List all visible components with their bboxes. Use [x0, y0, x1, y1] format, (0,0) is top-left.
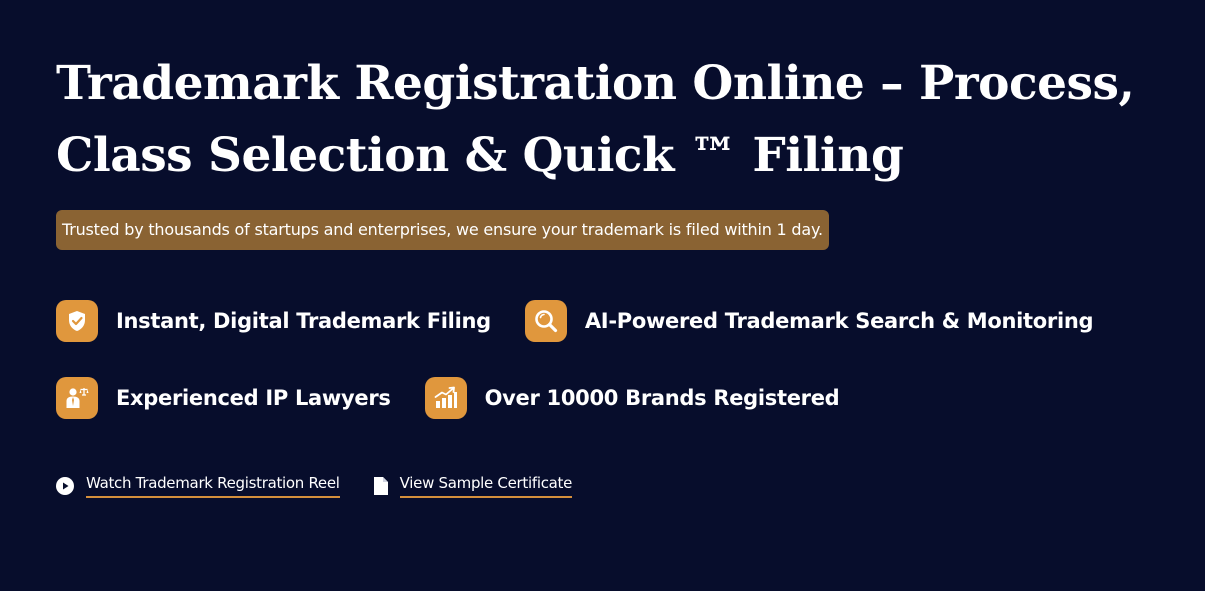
page-title-line-1: Trademark Registration Online – Process,: [56, 56, 1135, 111]
view-certificate-link[interactable]: View Sample Certificate: [373, 474, 572, 498]
document-icon: [373, 477, 388, 495]
growth-chart-icon: [424, 377, 467, 419]
hero-section: Trademark Registration Online – Process,…: [56, 48, 1176, 250]
feature-label: Over 10000 Brands Registered: [484, 386, 840, 410]
watch-reel-label[interactable]: Watch Trademark Registration Reel: [86, 474, 340, 498]
feature-ai-search: AI-Powered Trademark Search & Monitoring: [524, 300, 1094, 342]
shield-check-icon: [56, 300, 98, 342]
play-circle-icon: [56, 477, 74, 495]
features-list: Instant, Digital Trademark Filing AI-Pow…: [56, 298, 1127, 452]
feature-label: Experienced IP Lawyers: [116, 386, 391, 410]
feature-ip-lawyers: Experienced IP Lawyers: [56, 377, 391, 419]
watch-reel-link[interactable]: Watch Trademark Registration Reel: [56, 474, 340, 498]
page-title-line-2: Class Selection & Quick ™ Filing: [56, 128, 904, 183]
feature-label: Instant, Digital Trademark Filing: [116, 309, 491, 333]
feature-brands-registered: Over 10000 Brands Registered: [424, 377, 840, 419]
lawyer-scales-icon: [56, 377, 98, 419]
view-certificate-label[interactable]: View Sample Certificate: [399, 474, 572, 498]
page-title: Trademark Registration Online – Process,…: [56, 48, 1176, 192]
feature-row-2: Experienced IP Lawyers Over 10000 Brands…: [56, 375, 1127, 421]
media-links: Watch Trademark Registration Reel View S…: [56, 474, 606, 498]
tagline-badge: Trusted by thousands of startups and ent…: [56, 210, 829, 250]
feature-label: AI-Powered Trademark Search & Monitoring: [584, 309, 1094, 333]
feature-row-1: Instant, Digital Trademark Filing AI-Pow…: [56, 298, 1127, 344]
feature-instant-filing: Instant, Digital Trademark Filing: [56, 300, 491, 342]
magnifier-icon: [524, 300, 567, 342]
